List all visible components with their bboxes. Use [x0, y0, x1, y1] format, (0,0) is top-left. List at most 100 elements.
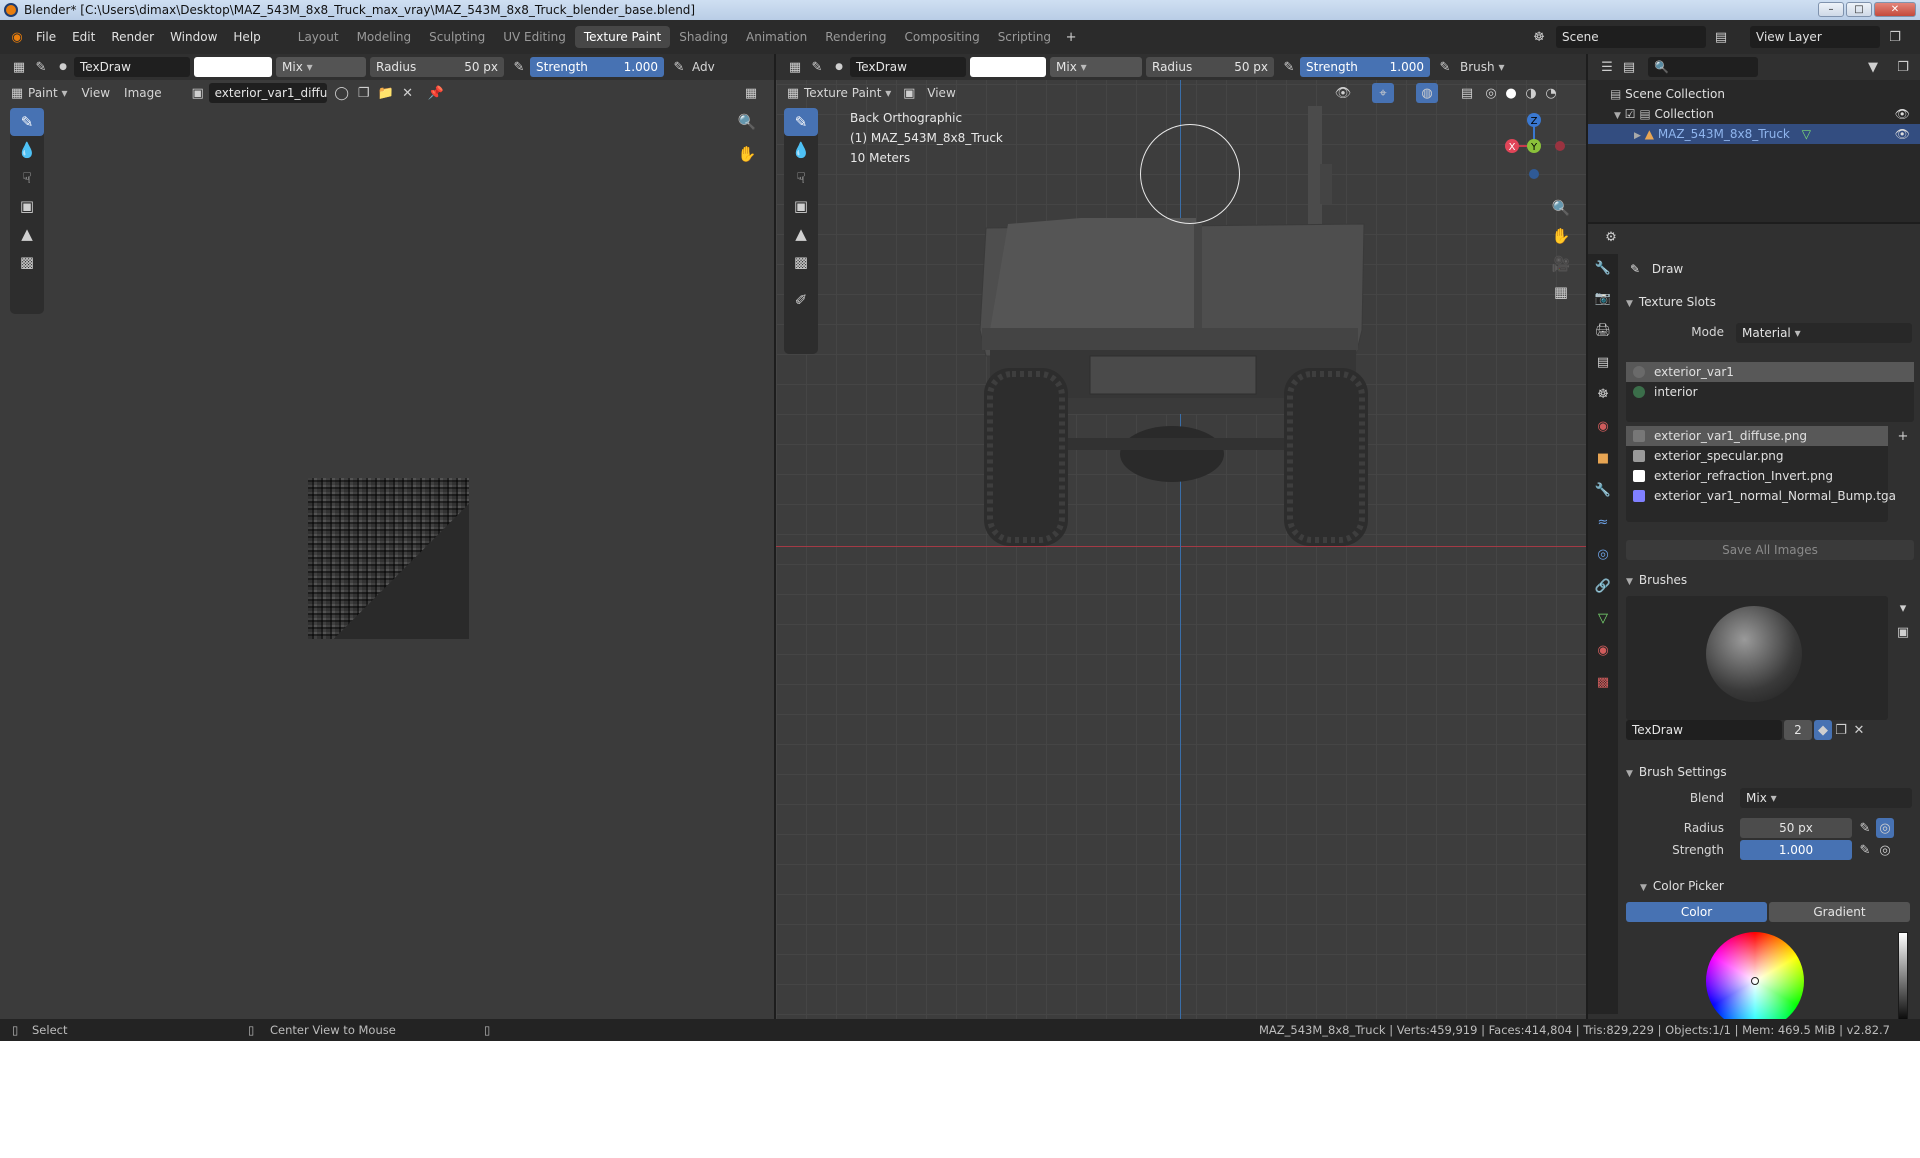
- new-collection-icon[interactable]: ❐: [1892, 57, 1914, 77]
- image-slot-row[interactable]: exterior_var1_diffuse.png: [1626, 426, 1888, 446]
- properties-editor[interactable]: ⚙ 🔧 📷 🖨 ▤ ☸ ◉ ■ 🔧 ≈ ◎ 🔗 ▽ ◉ ▩ ✎ Draw ▼T: [1588, 224, 1920, 1019]
- material-tab-icon[interactable]: ◉: [1592, 640, 1614, 660]
- add-workspace-icon[interactable]: +: [1060, 27, 1082, 47]
- object-tab-icon[interactable]: ■: [1592, 448, 1614, 468]
- blender-menu-icon[interactable]: ◉: [6, 27, 28, 47]
- workspace-tab-sculpting[interactable]: Sculpting: [420, 26, 494, 48]
- brush-users-count[interactable]: 2: [1784, 720, 1812, 740]
- gradient-tab[interactable]: Gradient: [1769, 902, 1910, 922]
- brush-list-expand-icon[interactable]: ▾: [1892, 598, 1914, 618]
- properties-strength-field[interactable]: 1.000: [1740, 840, 1852, 860]
- view-layer-tab-icon[interactable]: ▤: [1592, 352, 1614, 372]
- collection-row[interactable]: ▼ ☑ ▤ Collection 👁: [1588, 104, 1920, 124]
- color-wheel-cursor[interactable]: [1751, 977, 1759, 985]
- display-mode-icon[interactable]: ▦: [740, 83, 762, 103]
- brush-preview-box[interactable]: [1626, 596, 1888, 720]
- display-mode-icon-outliner[interactable]: ▤: [1618, 57, 1640, 77]
- material-slot-row[interactable]: exterior_var1: [1626, 362, 1914, 382]
- radius-field[interactable]: Radius 50 px: [370, 57, 504, 77]
- advanced-menu[interactable]: Adv: [690, 60, 717, 74]
- properties-radius-unit-icon[interactable]: ◎: [1876, 818, 1894, 838]
- tool-tab-icon[interactable]: 🔧: [1592, 258, 1614, 278]
- fake-user-icon[interactable]: ◯: [331, 83, 353, 103]
- scene-name-field[interactable]: Scene: [1556, 26, 1706, 48]
- close-window-button[interactable]: ✕: [1874, 2, 1916, 17]
- workspace-tab-modeling[interactable]: Modeling: [348, 26, 421, 48]
- texture-tab-icon[interactable]: ▩: [1592, 672, 1614, 692]
- collection-expand-icon[interactable]: ▼: [1614, 111, 1621, 121]
- fake-user-shield-icon[interactable]: ◆: [1814, 720, 1832, 740]
- outliner[interactable]: ☰ ▤ 🔍 ▼ ❐ ▤ Scene Collection ▼ ☑ ▤ Colle…: [1588, 54, 1920, 222]
- outliner-search-input[interactable]: 🔍: [1648, 57, 1758, 77]
- smear-tool-icon[interactable]: ☟: [10, 164, 44, 192]
- workspace-tab-compositing[interactable]: Compositing: [895, 26, 988, 48]
- zoom-icon[interactable]: 🔍: [736, 112, 758, 132]
- menu-file[interactable]: File: [28, 20, 64, 54]
- image-editor[interactable]: ▦ ✎ ● TexDraw Mix Radius 50 px ✎ Strength…: [0, 54, 774, 1019]
- clone-tool-icon[interactable]: ▣: [10, 192, 44, 220]
- brushes-collapse-icon[interactable]: ▼: [1626, 577, 1633, 587]
- particles-tab-icon[interactable]: ≈: [1592, 512, 1614, 532]
- workspace-tab-shading[interactable]: Shading: [670, 26, 737, 48]
- constraints-tab-icon[interactable]: 🔗: [1592, 576, 1614, 596]
- properties-strength-pressure-icon[interactable]: ✎: [1854, 840, 1876, 860]
- brush-color-swatch[interactable]: [194, 57, 272, 77]
- data-tab-icon[interactable]: ▽: [1592, 608, 1614, 628]
- editor-type-icon[interactable]: ▦: [8, 57, 30, 77]
- color-picker-collapse-icon[interactable]: ▼: [1640, 883, 1647, 893]
- scene-tab-icon[interactable]: ☸: [1592, 384, 1614, 404]
- brushes-panel-header[interactable]: ▼ Brushes: [1620, 568, 1920, 592]
- world-tab-icon[interactable]: ◉: [1592, 416, 1614, 436]
- texture-image-preview[interactable]: [308, 478, 469, 639]
- filter-icon[interactable]: ▼: [1862, 57, 1884, 77]
- new-image-icon[interactable]: ❐: [353, 83, 375, 103]
- 3d-viewport[interactable]: ▦ ✎ ● TexDraw Mix Radius50 px ✎ Strength…: [776, 54, 1586, 1019]
- add-texture-slot-icon[interactable]: +: [1892, 426, 1914, 446]
- unlink-image-icon[interactable]: ✕: [397, 83, 419, 103]
- view-layer-icon[interactable]: ▤: [1710, 27, 1732, 47]
- properties-editor-type-icon[interactable]: ⚙: [1600, 227, 1622, 247]
- mask-tool-icon[interactable]: ▩: [10, 248, 44, 276]
- collection-checkbox-icon[interactable]: ☑: [1625, 107, 1636, 121]
- menu-edit[interactable]: Edit: [64, 20, 103, 54]
- texture-mode-dropdown[interactable]: Material: [1736, 323, 1912, 343]
- brush-tool-icon[interactable]: ✎: [30, 57, 52, 77]
- outliner-editor-type-icon[interactable]: ☰: [1596, 57, 1618, 77]
- image-menu[interactable]: Image: [117, 86, 169, 100]
- value-slider[interactable]: [1898, 932, 1908, 1019]
- material-slot-row[interactable]: interior: [1626, 382, 1914, 402]
- object-eye-icon[interactable]: 👁: [1895, 124, 1910, 144]
- object-row[interactable]: ▶ ▲ MAZ_543M_8x8_Truck ▽ 👁: [1588, 124, 1920, 144]
- workspace-tab-rendering[interactable]: Rendering: [816, 26, 895, 48]
- paint-mode-dropdown[interactable]: Paint: [28, 86, 75, 100]
- color-tab[interactable]: Color: [1626, 902, 1767, 922]
- save-all-images-button[interactable]: Save All Images: [1626, 540, 1914, 560]
- image-slot-row[interactable]: exterior_specular.png: [1626, 446, 1888, 466]
- workspace-tab-layout[interactable]: Layout: [289, 26, 348, 48]
- pin-icon[interactable]: 📌: [425, 83, 447, 103]
- properties-blend-dropdown[interactable]: Mix: [1740, 788, 1912, 808]
- brush-thumbnail[interactable]: [1706, 606, 1802, 702]
- pan-hand-icon[interactable]: ✋: [736, 144, 758, 164]
- output-tab-icon[interactable]: 🖨: [1592, 320, 1614, 340]
- image-browse-icon[interactable]: ▣: [187, 83, 209, 103]
- scene-collection-row[interactable]: ▤ Scene Collection: [1588, 84, 1920, 104]
- view-layer-field[interactable]: View Layer: [1750, 26, 1880, 48]
- fill-tool-icon[interactable]: ▲: [10, 220, 44, 248]
- render-tab-icon[interactable]: 📷: [1592, 288, 1614, 308]
- menu-window[interactable]: Window: [162, 20, 225, 54]
- image-slots-list[interactable]: exterior_var1_diffuse.png exterior_specu…: [1626, 426, 1896, 522]
- properties-radius-field[interactable]: 50 px: [1740, 818, 1852, 838]
- new-view-layer-icon[interactable]: ❐: [1884, 27, 1906, 47]
- brush-name-field[interactable]: TexDraw: [74, 57, 190, 77]
- menu-render[interactable]: Render: [103, 20, 162, 54]
- properties-radius-pressure-icon[interactable]: ✎: [1854, 818, 1876, 838]
- radius-pressure-icon[interactable]: ✎: [508, 57, 530, 77]
- draw-tool-icon[interactable]: ✎: [10, 108, 44, 136]
- color-wheel[interactable]: [1706, 932, 1804, 1019]
- image-slot-row[interactable]: exterior_var1_normal_Normal_Bump.tga: [1626, 486, 1896, 506]
- physics-tab-icon[interactable]: ◎: [1592, 544, 1614, 564]
- minimize-button[interactable]: –: [1818, 2, 1844, 17]
- workspace-tab-texture-paint[interactable]: Texture Paint: [574, 26, 671, 48]
- texture-slots-panel-header[interactable]: ▼ Texture Slots: [1620, 290, 1920, 314]
